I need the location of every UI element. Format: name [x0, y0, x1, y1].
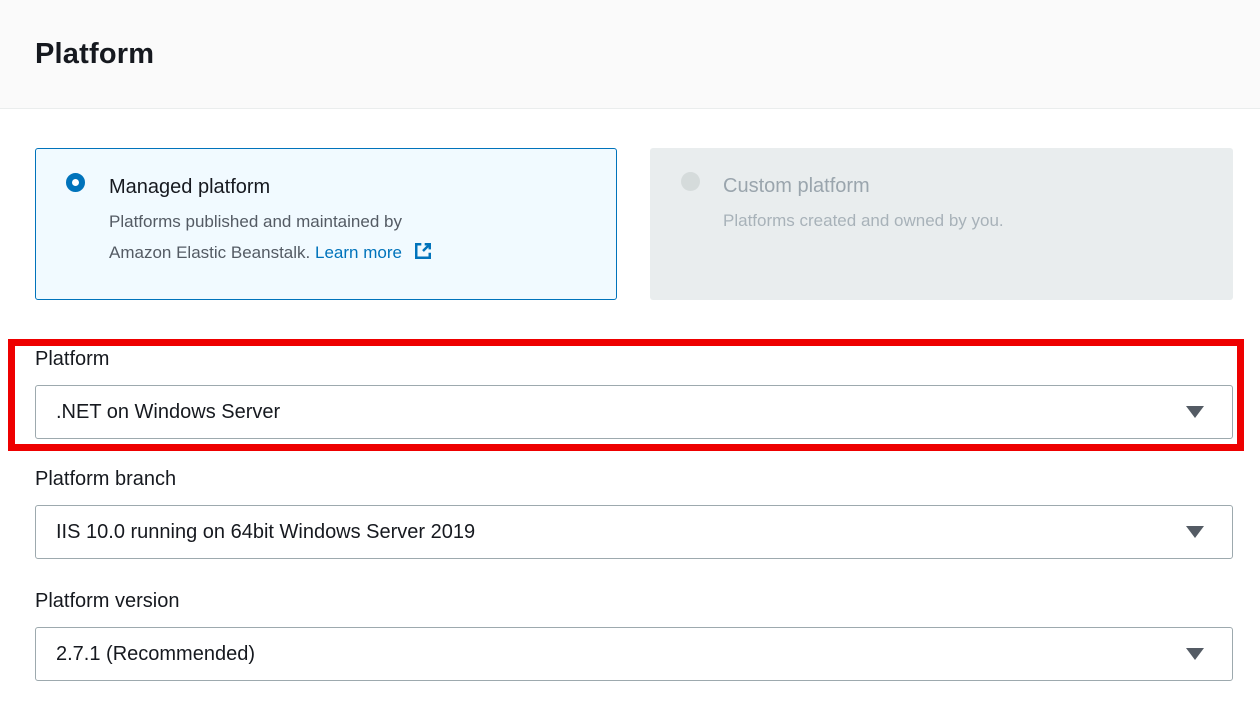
custom-platform-option-card: Custom platform Platforms created and ow…	[650, 148, 1233, 300]
managed-platform-option-card[interactable]: Managed platform Platforms published and…	[35, 148, 617, 300]
caret-down-icon	[1186, 648, 1204, 660]
custom-platform-label: Custom platform	[723, 173, 870, 199]
platform-branch-select-value: IIS 10.0 running on 64bit Windows Server…	[56, 506, 475, 558]
caret-down-icon	[1186, 406, 1204, 418]
platform-branch-select[interactable]: IIS 10.0 running on 64bit Windows Server…	[35, 505, 1233, 559]
page-title: Platform	[35, 38, 154, 71]
platform-select[interactable]: .NET on Windows Server	[35, 385, 1233, 439]
platform-select-value: .NET on Windows Server	[56, 386, 280, 438]
section-header: Platform	[0, 0, 1260, 109]
managed-description-line1: Platforms published and maintained by	[109, 212, 402, 231]
radio-unchecked-icon	[681, 172, 700, 191]
managed-description-line2: Amazon Elastic Beanstalk.	[109, 243, 310, 262]
managed-platform-label: Managed platform	[109, 174, 270, 200]
platform-select-label: Platform	[35, 346, 109, 372]
managed-platform-description: Platforms published and maintained by Am…	[109, 206, 432, 270]
custom-platform-description: Platforms created and owned by you.	[723, 205, 1004, 236]
radio-checked-icon[interactable]	[66, 173, 85, 192]
caret-down-icon	[1186, 526, 1204, 538]
platform-version-select-value: 2.7.1 (Recommended)	[56, 628, 255, 680]
external-link-icon	[414, 239, 432, 270]
platform-branch-select-label: Platform branch	[35, 466, 176, 492]
platform-version-select[interactable]: 2.7.1 (Recommended)	[35, 627, 1233, 681]
platform-version-select-label: Platform version	[35, 588, 180, 614]
learn-more-link[interactable]: Learn more	[315, 243, 402, 262]
platform-section: Platform Managed platform Platforms publ…	[0, 0, 1260, 713]
